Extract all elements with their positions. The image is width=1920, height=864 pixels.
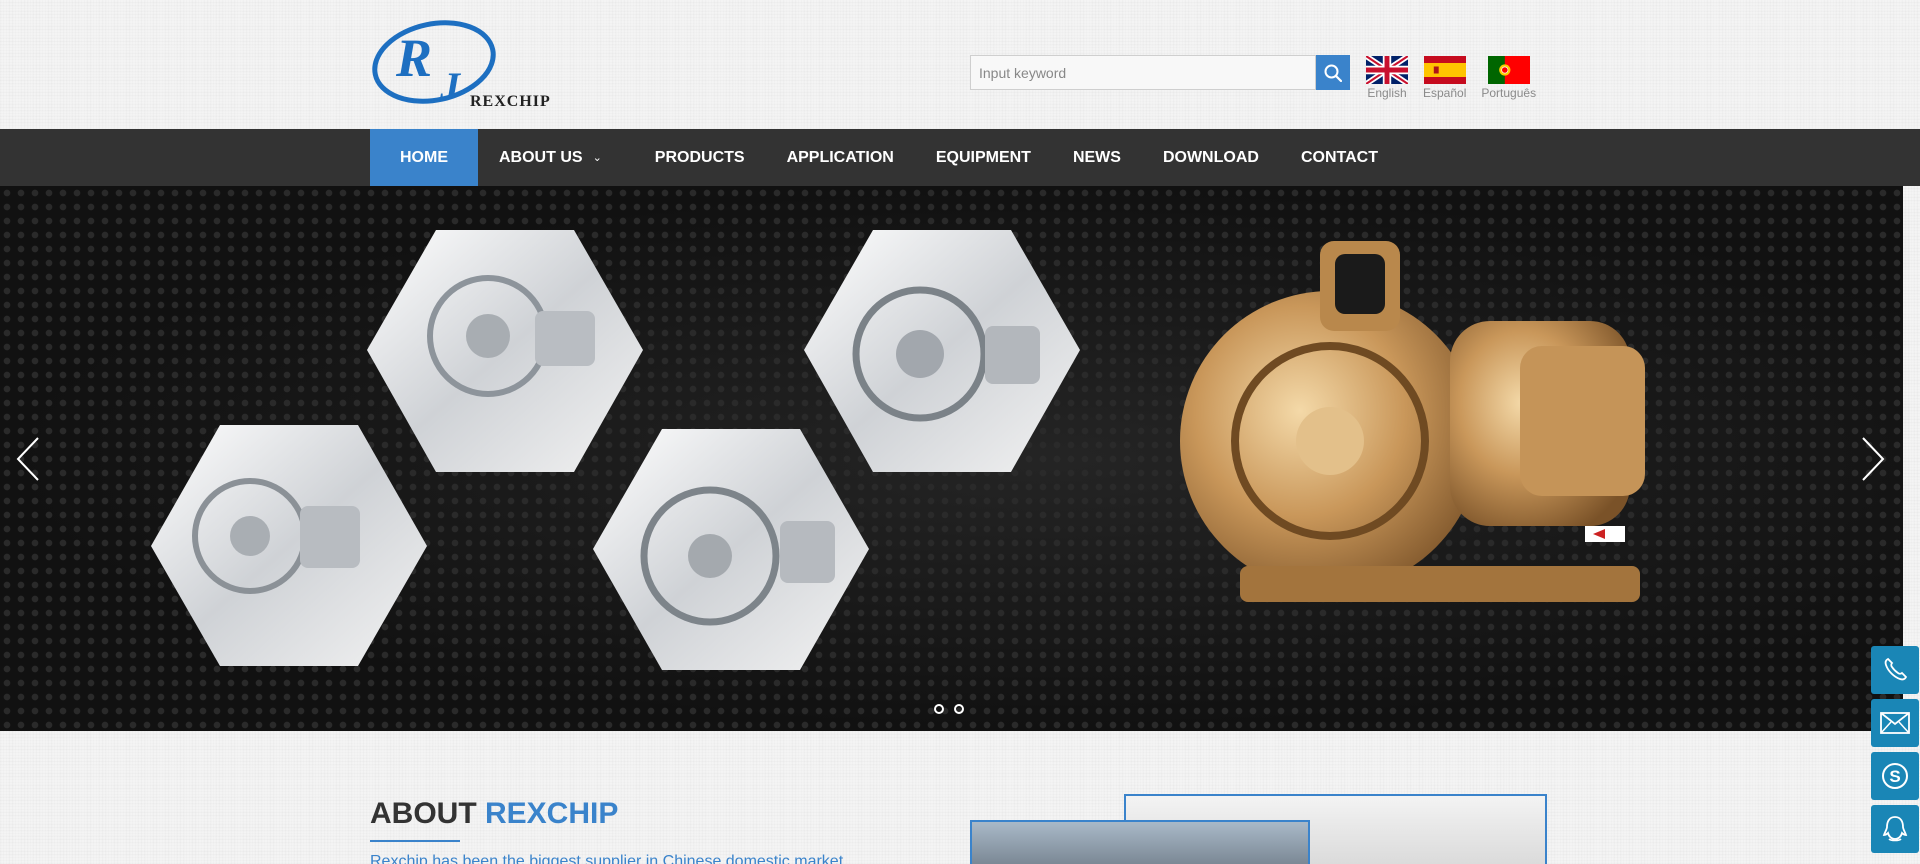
floating-contact-bar: S (1871, 646, 1919, 853)
slide-indicators (934, 704, 964, 714)
blower-hex-3 (151, 425, 427, 666)
nav-about-us[interactable]: ABOUT US ⌄ (478, 129, 623, 186)
nav-equipment[interactable]: EQUIPMENT (915, 129, 1052, 186)
svg-text:R: R (395, 28, 432, 88)
lang-label: Português (1481, 86, 1537, 100)
about-heading: ABOUT REXCHIP (370, 797, 619, 830)
skype-icon: S (1882, 763, 1908, 789)
portugal-flag-icon (1487, 56, 1530, 84)
qq-icon (1882, 816, 1908, 842)
search-button[interactable] (1316, 55, 1350, 90)
building-photo (970, 820, 1310, 864)
nav-news[interactable]: NEWS (1052, 129, 1142, 186)
nav-download[interactable]: DOWNLOAD (1142, 129, 1280, 186)
search-input[interactable] (970, 55, 1316, 90)
rexchip-logo[interactable]: R J REXCHIP (370, 18, 560, 110)
nav-application[interactable]: APPLICATION (766, 129, 915, 186)
skype-button[interactable]: S (1871, 752, 1919, 800)
lang-spanish[interactable]: Español (1423, 56, 1466, 100)
search-icon (1324, 64, 1342, 82)
prev-slide-arrow[interactable] (14, 434, 44, 484)
gold-blower-image (1180, 241, 1645, 602)
uk-flag-icon (1366, 56, 1408, 84)
hero-banner (0, 186, 1903, 731)
banner-artwork (151, 230, 1645, 670)
lang-label: Español (1423, 86, 1467, 100)
main-nav: HOME ABOUT US ⌄ PRODUCTS APPLICATION EQU… (0, 129, 1920, 186)
qq-button[interactable] (1871, 805, 1919, 853)
blower-hex-2 (804, 230, 1080, 472)
mail-icon (1880, 712, 1910, 734)
language-switcher: English Español Português (1366, 56, 1536, 100)
heading-underline (370, 840, 460, 842)
lang-english[interactable]: English (1366, 56, 1408, 100)
blower-hex-4 (593, 429, 869, 670)
lang-label: English (1367, 86, 1407, 100)
slide-dot-2[interactable] (954, 704, 964, 714)
phone-button[interactable] (1871, 646, 1919, 694)
blower-hex-1 (367, 230, 643, 472)
email-button[interactable] (1871, 699, 1919, 747)
svg-text:REXCHIP: REXCHIP (470, 93, 551, 110)
search-bar (970, 55, 1350, 90)
about-intro-text: Rexchip has been the biggest supplier in… (370, 853, 844, 864)
spain-flag-icon (1423, 56, 1466, 84)
svg-text:S: S (1889, 767, 1900, 786)
nav-home[interactable]: HOME (370, 129, 478, 186)
header: R J REXCHIP English (0, 0, 1920, 129)
phone-icon (1884, 657, 1908, 681)
svg-text:J: J (439, 64, 462, 109)
lang-portuguese[interactable]: Português (1481, 56, 1536, 100)
next-slide-arrow[interactable] (1857, 434, 1887, 484)
nav-products[interactable]: PRODUCTS (623, 129, 766, 186)
chevron-down-icon: ⌄ (592, 152, 602, 164)
slide-dot-1[interactable] (934, 704, 944, 714)
nav-contact[interactable]: CONTACT (1280, 129, 1399, 186)
